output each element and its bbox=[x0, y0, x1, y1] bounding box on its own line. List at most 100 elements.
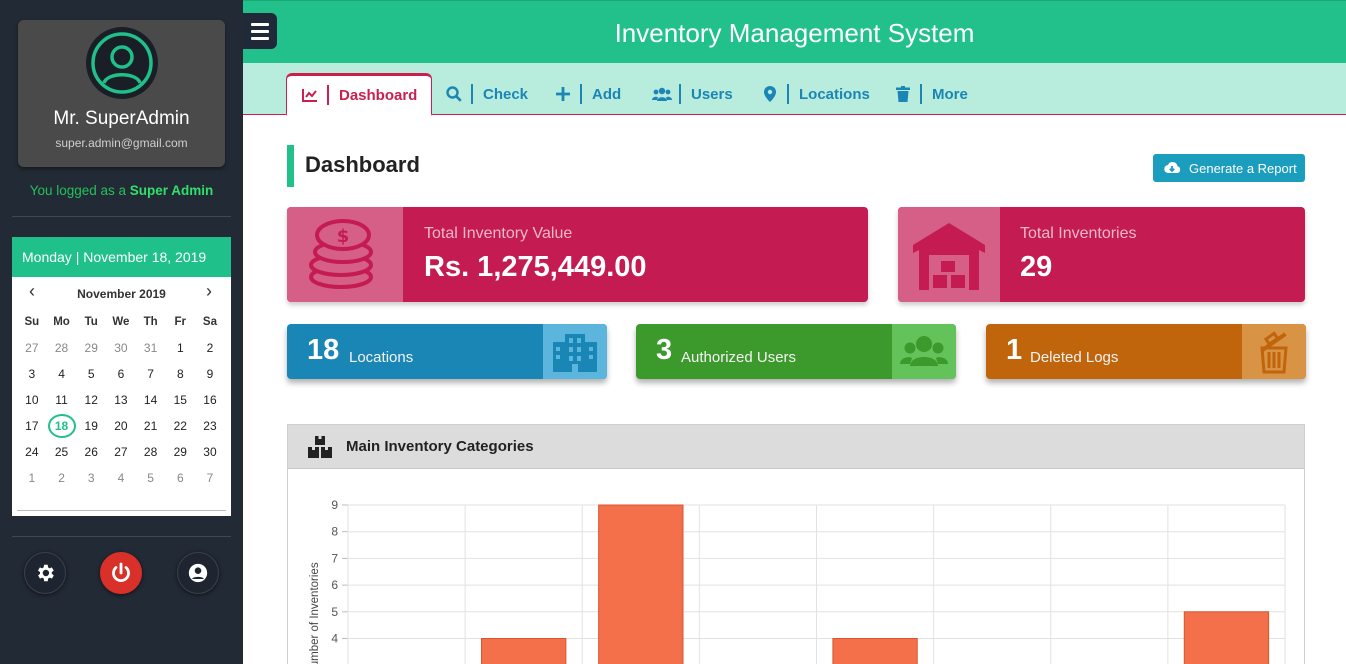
calendar-day[interactable]: 20 bbox=[106, 413, 136, 439]
calendar-next-button[interactable]: › bbox=[199, 281, 219, 302]
cloud-download-icon bbox=[1164, 162, 1181, 174]
logout-button[interactable] bbox=[100, 552, 142, 594]
profile-button[interactable] bbox=[177, 552, 219, 594]
calendar-day[interactable]: 4 bbox=[47, 361, 77, 387]
calendar-day[interactable]: 30 bbox=[195, 439, 225, 465]
calendar-day[interactable]: 21 bbox=[136, 413, 166, 439]
tab-add[interactable]: Add bbox=[550, 73, 621, 115]
heading-accent bbox=[287, 145, 294, 187]
chart-bar[interactable] bbox=[481, 638, 567, 664]
calendar-weekday: Sa bbox=[202, 316, 217, 328]
tab-dashboard[interactable]: Dashboard bbox=[286, 73, 433, 116]
calendar-day[interactable]: 4 bbox=[106, 465, 136, 491]
y-tick-label: 6 bbox=[331, 578, 338, 592]
calendar-day[interactable]: 24 bbox=[17, 439, 47, 465]
report-button-label: Generate a Report bbox=[1189, 160, 1297, 176]
calendar-day[interactable]: 28 bbox=[47, 335, 77, 361]
calendar-day[interactable]: 16 bbox=[195, 387, 225, 413]
logged-role: Super Admin bbox=[129, 183, 214, 198]
page-title: Dashboard bbox=[305, 152, 420, 177]
logged-role-text: You logged as a Super Admin bbox=[0, 183, 243, 198]
total-value-label: Total Inventory Value bbox=[424, 225, 573, 242]
app-header: Inventory Management System bbox=[243, 0, 1346, 63]
calendar-day[interactable]: 3 bbox=[76, 465, 106, 491]
calendar-day[interactable]: 6 bbox=[165, 465, 195, 491]
generate-report-button[interactable]: Generate a Report bbox=[1153, 154, 1305, 182]
calendar-day[interactable]: 30 bbox=[106, 335, 136, 361]
authorized-users-card[interactable]: 3 Authorized Users bbox=[636, 324, 956, 379]
user-name: Mr. SuperAdmin bbox=[53, 108, 190, 129]
map-pin-icon bbox=[757, 86, 783, 102]
calendar-day[interactable]: 27 bbox=[17, 335, 47, 361]
calendar-day[interactable]: 17 bbox=[17, 413, 47, 439]
calendar-day[interactable]: 25 bbox=[47, 439, 77, 465]
tab-label: Check bbox=[483, 85, 529, 103]
calendar-day[interactable]: 22 bbox=[165, 413, 195, 439]
chart-bar[interactable] bbox=[598, 504, 684, 664]
calendar-day[interactable]: 13 bbox=[106, 387, 136, 413]
calendar-day-today[interactable]: 18 bbox=[47, 413, 77, 439]
calendar-day[interactable]: 14 bbox=[136, 387, 166, 413]
tab-users[interactable]: Users bbox=[649, 73, 733, 115]
calendar-day[interactable]: 29 bbox=[76, 335, 106, 361]
divider bbox=[12, 216, 231, 217]
calendar-day[interactable]: 28 bbox=[136, 439, 166, 465]
y-tick-label: 7 bbox=[331, 551, 338, 565]
tab-more[interactable]: More bbox=[890, 73, 968, 115]
calendar-card: Monday | November 18, 2019 ‹ November 20… bbox=[12, 237, 231, 516]
calendar-day[interactable]: 1 bbox=[165, 335, 195, 361]
calendar-day[interactable]: 15 bbox=[165, 387, 195, 413]
calendar-day[interactable]: 7 bbox=[195, 465, 225, 491]
total-inventories-value: 29 bbox=[1020, 251, 1053, 283]
calendar-day[interactable]: 27 bbox=[106, 439, 136, 465]
calendar-day[interactable]: 31 bbox=[136, 335, 166, 361]
tab-locations[interactable]: Locations bbox=[757, 73, 870, 115]
chart-line-icon bbox=[297, 88, 323, 102]
calendar-day[interactable]: 11 bbox=[47, 387, 77, 413]
calendar-day[interactable]: 2 bbox=[47, 465, 77, 491]
divider bbox=[12, 536, 231, 537]
trash-icon bbox=[890, 86, 916, 102]
chart-bar[interactable] bbox=[832, 638, 918, 664]
nav-tabs: Dashboard Check Add Users Locations More bbox=[243, 63, 1346, 116]
tab-check[interactable]: Check bbox=[441, 73, 528, 115]
calendar-day[interactable]: 12 bbox=[76, 387, 106, 413]
locations-count: 18 bbox=[307, 334, 340, 366]
coins-icon: $ bbox=[287, 207, 403, 302]
calendar-day[interactable]: 9 bbox=[195, 361, 225, 387]
settings-button[interactable] bbox=[24, 552, 66, 594]
chart-bar[interactable] bbox=[1183, 611, 1270, 664]
panel-title: Main Inventory Categories bbox=[346, 438, 534, 455]
tab-label: Users bbox=[691, 85, 733, 103]
y-tick-label: 5 bbox=[331, 605, 338, 619]
inventory-bar-chart: 4 5 6 7 8 9 Number of Inventories bbox=[309, 498, 1286, 664]
calendar-day[interactable]: 29 bbox=[165, 439, 195, 465]
building-icon bbox=[543, 324, 607, 379]
calendar-day[interactable]: 10 bbox=[17, 387, 47, 413]
calendar-day[interactable]: 1 bbox=[17, 465, 47, 491]
calendar-weekday: We bbox=[112, 316, 130, 328]
calendar-day[interactable]: 5 bbox=[76, 361, 106, 387]
calendar-weekday: Su bbox=[24, 316, 40, 328]
calendar-weekday: Th bbox=[143, 316, 158, 328]
tab-label: More bbox=[932, 85, 968, 103]
calendar-day[interactable]: 2 bbox=[195, 335, 225, 361]
gear-icon bbox=[38, 564, 54, 582]
calendar-day[interactable]: 7 bbox=[136, 361, 166, 387]
calendar-day[interactable]: 23 bbox=[195, 413, 225, 439]
calendar-day[interactable]: 6 bbox=[106, 361, 136, 387]
calendar-day[interactable]: 19 bbox=[76, 413, 106, 439]
panel-header: Main Inventory Categories bbox=[288, 425, 1304, 469]
boxes-icon bbox=[308, 435, 332, 458]
total-inventories-card: Total Inventories 29 bbox=[898, 207, 1305, 302]
deleted-logs-card[interactable]: 1 Deleted Logs bbox=[986, 324, 1306, 379]
calendar-day[interactable]: 5 bbox=[136, 465, 166, 491]
calendar-day[interactable]: 26 bbox=[76, 439, 106, 465]
calendar-day[interactable]: 3 bbox=[17, 361, 47, 387]
locations-card[interactable]: 18 Locations bbox=[287, 324, 607, 379]
total-inventories-label: Total Inventories bbox=[1020, 225, 1137, 242]
tab-label: Locations bbox=[799, 85, 870, 103]
users-group-icon bbox=[892, 324, 956, 379]
calendar-grid: Su Mo Tu We Th Fr Sa 27 28 29 30 31 1 2 3 4 5 6 7 8 9 10 11 12 1… bbox=[12, 309, 231, 491]
calendar-day[interactable]: 8 bbox=[165, 361, 195, 387]
